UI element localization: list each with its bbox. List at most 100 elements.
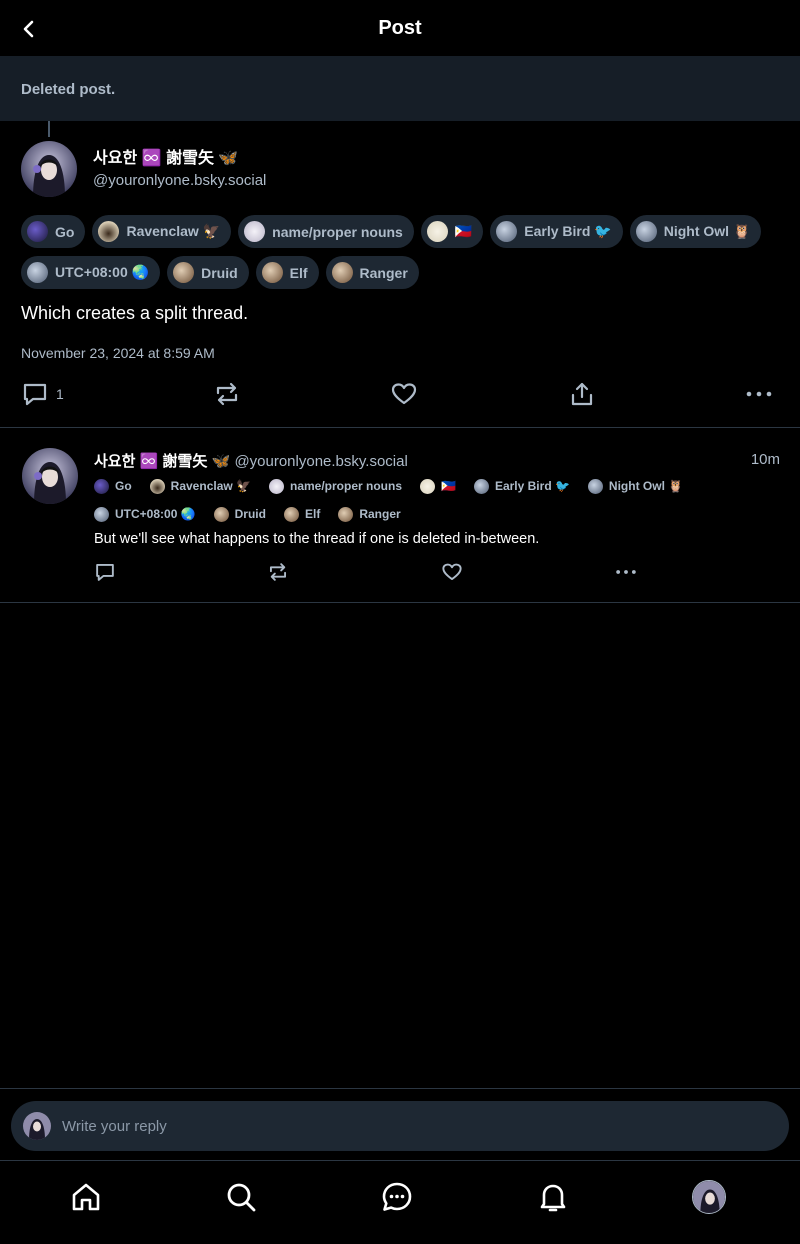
label-text: Go <box>115 479 132 493</box>
label-pill[interactable]: 🇵🇭 <box>420 215 484 248</box>
label-pill[interactable]: Early Bird 🐦 <box>473 476 570 496</box>
search-icon <box>227 1183 256 1212</box>
globe-icon <box>27 262 48 283</box>
nav-notifications[interactable] <box>535 1179 571 1215</box>
label-pill[interactable]: name/proper nouns <box>238 215 414 248</box>
reply-author[interactable]: 사요한 ♾️ 謝雪矢 🦋 @youronlyone.bsky.social <box>94 450 408 471</box>
label-pill[interactable]: Night Owl 🦉 <box>587 476 684 496</box>
druid-icon <box>213 506 229 522</box>
chat-icon <box>382 1182 412 1211</box>
ravenclaw-icon <box>149 478 165 494</box>
reply-button[interactable] <box>94 555 116 589</box>
user-handle[interactable]: @youronlyone.bsky.social <box>93 172 266 189</box>
nav-profile[interactable] <box>691 1179 727 1215</box>
repost-button[interactable] <box>266 555 290 589</box>
label-pill[interactable]: Druid <box>213 504 266 524</box>
druid-icon <box>173 262 195 283</box>
label-text: Early Bird 🐦 <box>494 479 570 493</box>
post-text: But we'll see what happens to the thread… <box>94 531 540 547</box>
label-pill[interactable]: Elf <box>283 504 321 524</box>
label-pill[interactable]: Night Owl 🦉 <box>629 215 762 248</box>
display-name[interactable]: 사요한 ♾️ 謝雪矢 🦋 <box>93 144 238 168</box>
nav-search[interactable] <box>223 1179 259 1215</box>
main-post: 사요한 ♾️ 謝雪矢 🦋 @youronlyone.bsky.social Go… <box>0 121 800 427</box>
label-text: 🇵🇭 <box>441 479 456 493</box>
ranger-icon <box>331 262 353 283</box>
name-icon <box>268 478 284 494</box>
label-text: Druid <box>201 264 238 281</box>
profile-avatar <box>692 1180 726 1214</box>
ellipsis-icon <box>616 570 636 574</box>
nav-home[interactable] <box>68 1179 104 1215</box>
top-bar: Post <box>0 0 800 56</box>
label-text: Ravenclaw 🦅 <box>126 223 221 239</box>
label-text: Ravenclaw 🦅 <box>170 479 251 493</box>
label-text: name/proper nouns <box>289 479 402 493</box>
globe-icon <box>635 221 657 242</box>
label-pill[interactable]: 🇵🇭 <box>420 476 456 496</box>
label-pill[interactable]: name/proper nouns <box>268 476 402 496</box>
label-text: Night Owl 🦉 <box>663 223 751 239</box>
label-text: UTC+08:00 🌏 <box>115 507 196 521</box>
label-text: Early Bird 🐦 <box>524 223 612 239</box>
bell-icon <box>540 1184 566 1212</box>
label-pill[interactable]: Druid <box>167 256 249 289</box>
more-options-button[interactable] <box>613 555 639 589</box>
label-pill[interactable]: Ranger <box>325 256 419 289</box>
label-text: name/proper nouns <box>272 223 403 240</box>
post-actions <box>94 561 654 583</box>
avatar[interactable] <box>22 448 78 504</box>
profile-labels: Go Ravenclaw 🦅 name/proper nouns 🇵🇭 Earl… <box>21 215 781 289</box>
repost-icon <box>269 563 287 581</box>
label-text: Elf <box>304 507 321 521</box>
label-pill[interactable]: Ranger <box>338 504 401 524</box>
flower-icon <box>426 221 448 242</box>
label-text: Night Owl 🦉 <box>608 479 684 493</box>
reply-placeholder: Write your reply <box>62 1118 167 1135</box>
repost-button[interactable] <box>212 377 242 411</box>
label-text: 🇵🇭 <box>454 223 473 239</box>
profile-labels: Go Ravenclaw 🦅 name/proper nouns 🇵🇭 Earl… <box>94 476 734 524</box>
name-icon <box>244 221 266 242</box>
label-text: Druid <box>234 507 266 521</box>
reply-button[interactable]: 1 <box>21 377 64 411</box>
ellipsis-icon <box>746 391 772 397</box>
avatar <box>23 1112 51 1140</box>
post-actions: 1 <box>21 377 781 411</box>
reply-input[interactable]: Write your reply <box>11 1101 789 1151</box>
avatar[interactable] <box>21 141 77 197</box>
reply-composer: Write your reply <box>0 1088 800 1160</box>
label-text: Elf <box>289 264 308 281</box>
label-pill[interactable]: UTC+08:00 🌏 <box>94 504 196 524</box>
label-pill[interactable]: Ravenclaw 🦅 <box>92 215 232 248</box>
label-pill[interactable]: Go <box>94 476 132 496</box>
globe-icon <box>587 478 603 494</box>
post-timestamp: November 23, 2024 at 8:59 AM <box>21 345 215 361</box>
user-handle: @youronlyone.bsky.social <box>234 453 408 470</box>
globe-icon <box>94 506 109 522</box>
divider <box>0 602 800 603</box>
deleted-post-text: Deleted post. <box>21 81 116 98</box>
comment-icon <box>23 383 47 406</box>
label-pill[interactable]: Go <box>21 215 86 248</box>
nav-chat[interactable] <box>379 1179 415 1215</box>
reply-post[interactable]: 사요한 ♾️ 謝雪矢 🦋 @youronlyone.bsky.social 10… <box>0 428 800 602</box>
comment-icon <box>96 563 114 581</box>
post-time: 10m <box>750 451 780 468</box>
deleted-post-banner: Deleted post. <box>0 56 800 121</box>
home-icon <box>72 1183 100 1211</box>
label-pill[interactable]: Elf <box>255 256 319 289</box>
label-pill[interactable]: Early Bird 🐦 <box>490 215 623 248</box>
share-button[interactable] <box>568 377 596 411</box>
heart-icon <box>442 563 462 581</box>
label-text: Ranger <box>359 264 408 281</box>
heart-icon <box>391 383 417 405</box>
share-icon <box>571 382 593 406</box>
reply-count: 1 <box>56 386 64 402</box>
label-pill[interactable]: UTC+08:00 🌏 <box>21 256 161 289</box>
label-pill[interactable]: Ravenclaw 🦅 <box>149 476 251 496</box>
globe-icon <box>496 221 518 242</box>
like-button[interactable] <box>390 377 418 411</box>
like-button[interactable] <box>441 555 463 589</box>
more-options-button[interactable] <box>745 377 773 411</box>
